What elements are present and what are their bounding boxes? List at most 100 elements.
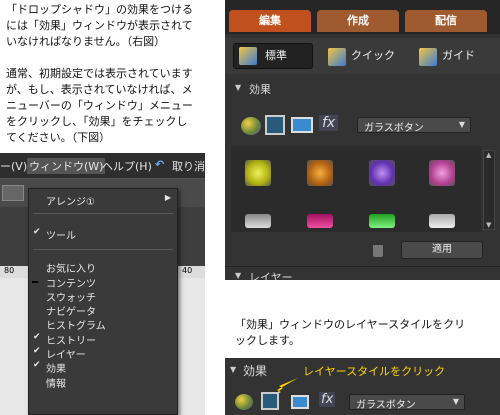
menu-item-favorites[interactable]: お気に入り: [29, 260, 177, 275]
menu-item-label: レイヤー: [46, 350, 86, 361]
section-title: 効果: [249, 83, 271, 96]
caption-line: 「効果」ウィンドウのレイヤースタイルをクリ: [235, 318, 466, 331]
chevron-down-icon: ▼: [458, 120, 465, 129]
caption-line: ックします。: [235, 334, 300, 347]
collapse-triangle-icon: ▼: [235, 271, 242, 280]
menu-item-label: ヒストグラム: [46, 321, 106, 332]
effect-thumbnail[interactable]: [307, 214, 333, 228]
effect-thumbnail[interactable]: [369, 214, 395, 228]
window-dropdown-menu: アレンジ① ▶ ✔ ツール お気に入り コンテンツ スウォッチ ナビゲータ ヒス…: [28, 188, 178, 415]
effects-section-header[interactable]: ▼ 効果: [225, 80, 500, 98]
ruler-number: 80: [4, 266, 15, 275]
menu-item-info[interactable]: 情報: [29, 375, 177, 390]
tab-edit[interactable]: 編集: [229, 10, 311, 32]
menu-item-label: ツール: [46, 231, 76, 242]
effect-thumbnail[interactable]: [245, 160, 271, 186]
check-icon: ✔: [33, 227, 41, 237]
menu-item-content[interactable]: コンテンツ: [29, 275, 177, 290]
intro-line: ニューバーの「ウィンドウ」メニュー: [6, 99, 193, 112]
pencil-icon: [239, 47, 257, 65]
window-menu-screenshot: ー(V) ウィンドウ(W) ヘルプ(H) ↶ 取り消 80 40 アレンジ① ▶…: [0, 153, 205, 415]
menu-item-label: コンテンツ: [46, 279, 96, 290]
menu-item-label: ナビゲータ: [46, 307, 96, 318]
menu-item-label: 情報: [46, 379, 66, 390]
effect-thumbnail[interactable]: [429, 214, 455, 228]
select-value: ガラスボタン: [364, 123, 424, 134]
menu-view[interactable]: ー(V): [0, 158, 27, 174]
caption-text: 「効果」ウィンドウのレイヤースタイルをクリ ックします。: [235, 317, 500, 349]
menu-item-navigator[interactable]: ナビゲータ: [29, 303, 177, 318]
intro-line: が、もし、表示されていなければ、メ: [6, 83, 193, 96]
menu-item-label: アレンジ①: [46, 197, 95, 208]
fx-icon[interactable]: fx: [319, 115, 339, 131]
layer-styles-icon[interactable]: [261, 392, 279, 410]
scroll-up-icon: ▲: [486, 151, 492, 159]
layers-section-header[interactable]: ▼ レイヤー: [225, 266, 500, 280]
intro-line: てください。（下図）: [6, 131, 111, 144]
filters-icon[interactable]: [235, 394, 253, 410]
collapse-triangle-icon: ▼: [230, 365, 237, 374]
photo-effects-icon[interactable]: [291, 117, 313, 133]
select-value: ガラスボタン: [356, 400, 416, 411]
menu-item-tools[interactable]: ✔ ツール: [29, 227, 177, 242]
menu-item-history[interactable]: ✔ ヒストリー: [29, 332, 177, 347]
section-title: レイヤー: [249, 271, 293, 280]
layer-style-strip: ▼ 効果 レイヤースタイルをクリック fx ガラスボタン ▼: [225, 358, 500, 415]
intro-line: をクリックし、「効果」をチェックし: [6, 115, 188, 128]
effects-category-select[interactable]: ガラスボタン ▼: [349, 394, 465, 411]
intro-line: いなければなりません。（右図）: [6, 35, 166, 48]
photo-effects-icon[interactable]: [291, 395, 309, 409]
apply-button[interactable]: 適用: [401, 241, 483, 259]
mode-standard-label: 標準: [265, 49, 287, 62]
callout-text: レイヤースタイルをクリック: [303, 365, 446, 378]
menu-item-histogram[interactable]: ヒストグラム: [29, 317, 177, 332]
menu-item-layers[interactable]: ✔ レイヤー: [29, 346, 177, 361]
menu-item-arrange[interactable]: アレンジ① ▶: [29, 193, 177, 208]
intro-line: 通常、初期設定では表示されています: [6, 67, 193, 80]
effects-panel-screenshot: 編集 作成 配信 標準 クイック ガイド ▼ 効果 fx ガラスボタン ▼ ▲ …: [225, 0, 500, 280]
menu-separator: [33, 213, 173, 214]
chevron-down-icon: ▼: [452, 397, 459, 406]
menu-item-label: お気に入り: [46, 264, 96, 275]
effect-thumbnail[interactable]: [429, 160, 455, 186]
intro-line: 「ドロップシャドウ」の効果をつける: [6, 3, 193, 16]
ruler-number: 40: [182, 266, 193, 275]
menu-help[interactable]: ヘルプ(H): [102, 158, 152, 174]
menu-separator: [33, 249, 173, 250]
menubar: ー(V) ウィンドウ(W) ヘルプ(H) ↶ 取り消: [0, 153, 205, 179]
collapse-triangle-icon: ▼: [235, 83, 242, 92]
tool-box: [2, 185, 24, 201]
tab-create[interactable]: 作成: [317, 10, 399, 32]
apply-button-label: 適用: [432, 244, 452, 255]
check-icon: ✔: [33, 332, 41, 342]
mode-quick-button[interactable]: クイック: [351, 42, 395, 70]
effects-grid: [231, 146, 481, 232]
check-icon: ✔: [33, 346, 41, 356]
effect-thumbnail[interactable]: [245, 214, 271, 228]
submenu-arrow-icon: ▶: [164, 193, 171, 202]
layer-styles-icon[interactable]: [265, 115, 285, 135]
effects-category-select[interactable]: ガラスボタン ▼: [357, 117, 471, 134]
menu-item-label: スウォッチ: [46, 293, 96, 304]
section-title: 効果: [243, 364, 268, 378]
fx-icon[interactable]: fx: [319, 392, 336, 407]
effect-thumbnail[interactable]: [369, 160, 395, 186]
pencil-icon: [328, 48, 346, 66]
undo-icon[interactable]: ↶: [155, 158, 164, 171]
scroll-down-icon: ▼: [486, 221, 492, 229]
intro-text: 「ドロップシャドウ」の効果をつける には「効果」ウィンドウが表示されて いなけれ…: [6, 2, 220, 146]
tab-share[interactable]: 配信: [405, 10, 487, 32]
menu-undo[interactable]: 取り消: [172, 158, 205, 174]
check-icon: ✔: [33, 360, 41, 370]
filters-icon[interactable]: [241, 117, 261, 135]
menu-item-swatches[interactable]: スウォッチ: [29, 289, 177, 304]
mode-guided-button[interactable]: ガイド: [442, 42, 475, 70]
dash-icon: [32, 281, 38, 283]
scrollbar[interactable]: ▲ ▼: [483, 150, 495, 230]
menu-window[interactable]: ウィンドウ(W): [27, 158, 106, 174]
menu-item-label: ヒストリー: [46, 336, 96, 347]
effect-thumbnail[interactable]: [307, 160, 333, 186]
trash-icon[interactable]: [373, 245, 383, 257]
intro-line: には「効果」ウィンドウが表示されて: [6, 19, 193, 32]
menu-item-effects[interactable]: ✔ 効果: [29, 360, 177, 375]
